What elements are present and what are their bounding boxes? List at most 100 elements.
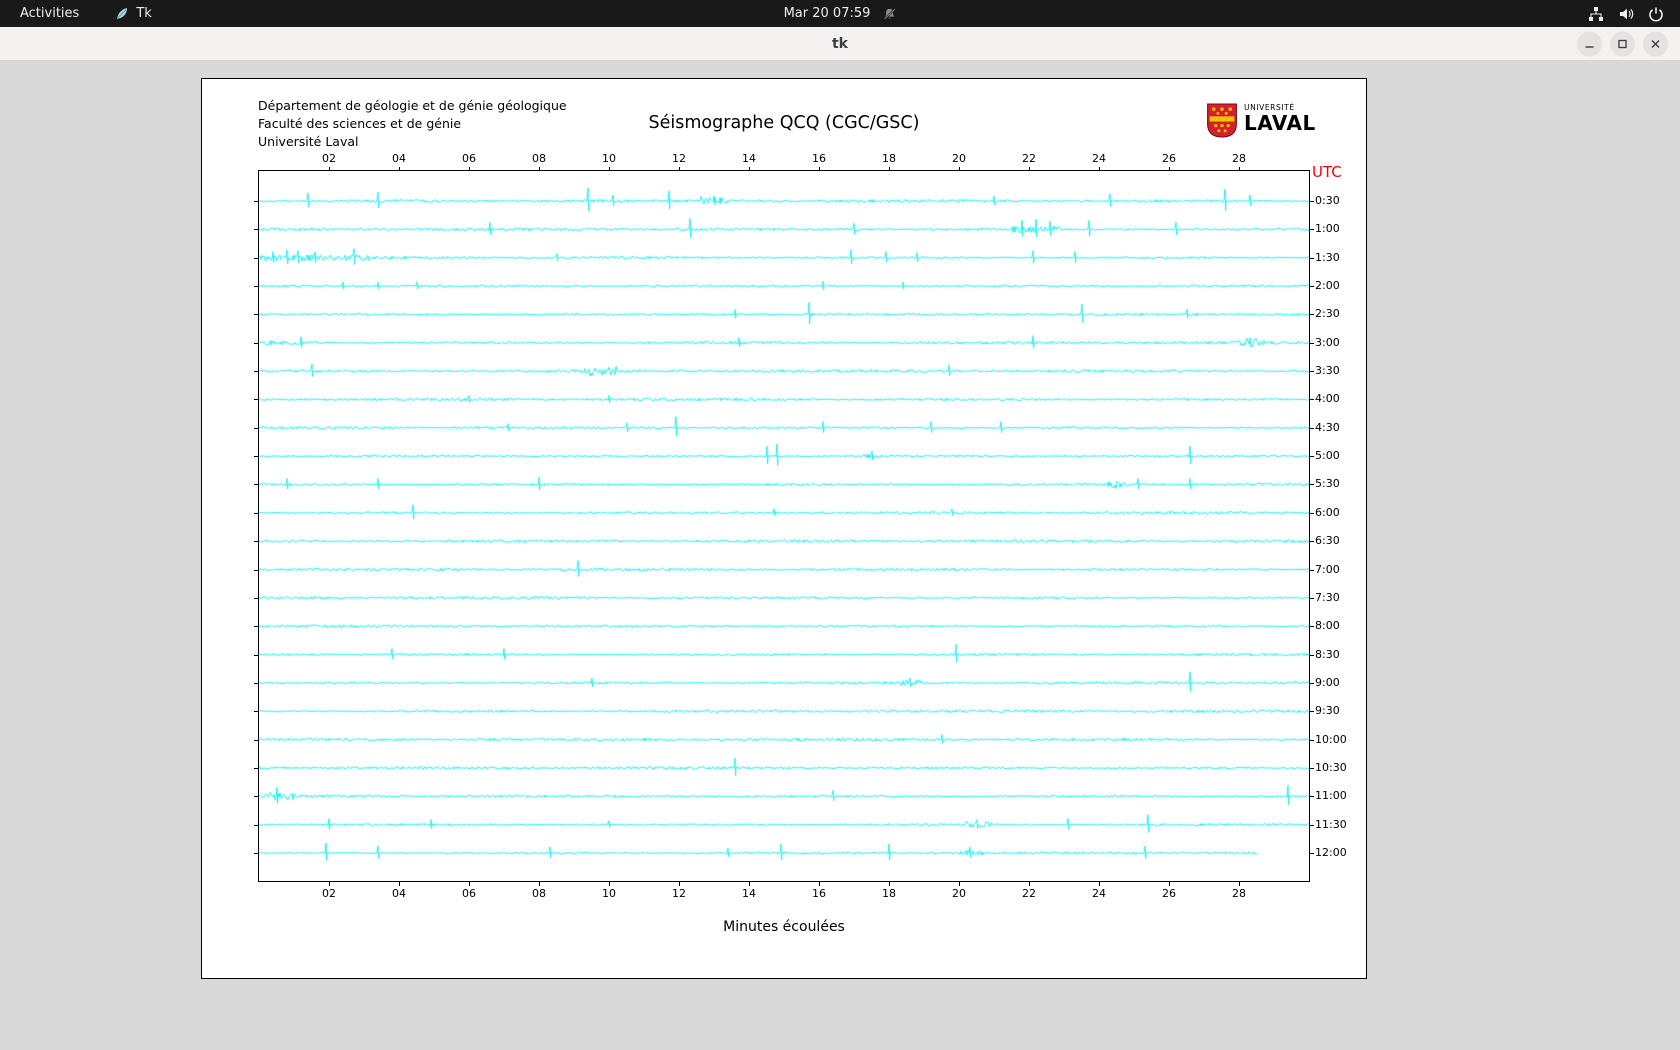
y-tick-right — [1309, 286, 1314, 287]
x-tick-top — [1099, 167, 1100, 171]
x-tick-bottom — [1169, 882, 1170, 886]
tk-app-icon — [115, 7, 129, 21]
y-tick-right — [1309, 626, 1314, 627]
x-tick-label-bottom: 08 — [526, 887, 552, 900]
laval-logo-line2: LAVAL — [1244, 111, 1316, 135]
x-tick-label-bottom: 28 — [1226, 887, 1252, 900]
utc-time-label: 10:30 — [1315, 762, 1347, 774]
utc-time-label: 9:00 — [1315, 677, 1340, 689]
y-tick-left — [254, 371, 259, 372]
y-tick-left — [254, 570, 259, 571]
utc-time-label: 1:30 — [1315, 252, 1340, 264]
y-tick-left — [254, 655, 259, 656]
y-tick-right — [1309, 201, 1314, 202]
system-status-area[interactable] — [1588, 6, 1680, 22]
x-tick-bottom — [469, 882, 470, 886]
y-tick-right — [1309, 683, 1314, 684]
y-tick-left — [254, 484, 259, 485]
utc-time-label: 7:00 — [1315, 564, 1340, 576]
x-tick-label-bottom: 26 — [1156, 887, 1182, 900]
x-tick-top — [539, 167, 540, 171]
x-tick-bottom — [399, 882, 400, 886]
y-tick-left — [254, 314, 259, 315]
utc-time-label: 4:30 — [1315, 422, 1340, 434]
x-tick-bottom — [679, 882, 680, 886]
x-tick-top — [1169, 167, 1170, 171]
x-tick-bottom — [609, 882, 610, 886]
app-indicator-label: Tk — [136, 6, 151, 21]
window-controls — [1577, 31, 1668, 56]
x-tick-label-top: 22 — [1016, 152, 1042, 165]
utc-label: UTC — [1312, 163, 1342, 181]
y-tick-right — [1309, 456, 1314, 457]
x-tick-label-top: 02 — [316, 152, 342, 165]
utc-time-label: 5:30 — [1315, 478, 1340, 490]
y-tick-right — [1309, 229, 1314, 230]
y-tick-left — [254, 825, 259, 826]
close-button[interactable] — [1643, 31, 1668, 56]
y-tick-left — [254, 201, 259, 202]
x-tick-label-bottom: 14 — [736, 887, 762, 900]
x-tick-top — [889, 167, 890, 171]
utc-time-label: 11:30 — [1315, 819, 1347, 831]
utc-time-label: 3:00 — [1315, 337, 1340, 349]
y-tick-left — [254, 598, 259, 599]
y-tick-left — [254, 768, 259, 769]
x-tick-label-top: 18 — [876, 152, 902, 165]
utc-time-label: 6:00 — [1315, 507, 1340, 519]
window-titlebar[interactable]: tk — [0, 27, 1680, 61]
x-tick-label-bottom: 16 — [806, 887, 832, 900]
utc-time-label: 9:30 — [1315, 705, 1340, 717]
y-tick-left — [254, 399, 259, 400]
x-tick-top — [329, 167, 330, 171]
maximize-button[interactable] — [1610, 31, 1635, 56]
x-tick-label-top: 26 — [1156, 152, 1182, 165]
utc-time-label: 2:30 — [1315, 308, 1340, 320]
header-line: Université Laval — [258, 133, 567, 151]
y-tick-left — [254, 626, 259, 627]
clock-menu[interactable]: Mar 20 07:59 — [784, 6, 897, 21]
volume-icon — [1618, 6, 1634, 22]
x-tick-label-top: 04 — [386, 152, 412, 165]
x-tick-top — [1239, 167, 1240, 171]
y-tick-left — [254, 740, 259, 741]
y-tick-right — [1309, 711, 1314, 712]
y-tick-right — [1309, 371, 1314, 372]
x-tick-bottom — [1099, 882, 1100, 886]
plot-title: Séismographe QCQ (CGC/GSC) — [202, 113, 1366, 133]
y-tick-left — [254, 343, 259, 344]
utc-time-label: 2:00 — [1315, 280, 1340, 292]
laval-shield-icon — [1206, 103, 1238, 142]
utc-time-label: 8:00 — [1315, 620, 1340, 632]
app-indicator[interactable]: Tk — [115, 6, 151, 21]
trace-canvas — [259, 171, 1309, 881]
x-tick-bottom — [329, 882, 330, 886]
y-tick-left — [254, 513, 259, 514]
y-tick-right — [1309, 853, 1314, 854]
y-tick-right — [1309, 825, 1314, 826]
x-axis-label: Minutes écoulées — [202, 919, 1366, 935]
x-tick-label-top: 24 — [1086, 152, 1112, 165]
x-tick-label-bottom: 10 — [596, 887, 622, 900]
minimize-button[interactable] — [1577, 31, 1602, 56]
y-tick-right — [1309, 343, 1314, 344]
x-tick-label-bottom: 18 — [876, 887, 902, 900]
x-tick-top — [749, 167, 750, 171]
activities-button[interactable]: Activities — [16, 6, 83, 21]
laval-logo-text: UNIVERSITÉ LAVAL — [1244, 103, 1316, 135]
y-tick-right — [1309, 428, 1314, 429]
window-title: tk — [832, 36, 848, 52]
utc-time-label: 6:30 — [1315, 535, 1340, 547]
x-tick-bottom — [749, 882, 750, 886]
y-tick-left — [254, 853, 259, 854]
y-tick-left — [254, 711, 259, 712]
network-icon — [1588, 6, 1604, 22]
utc-time-label: 7:30 — [1315, 592, 1340, 604]
seismograph-canvas: Département de géologie et de génie géol… — [201, 78, 1367, 979]
x-tick-top — [679, 167, 680, 171]
y-tick-left — [254, 258, 259, 259]
x-tick-top — [819, 167, 820, 171]
x-tick-label-bottom: 24 — [1086, 887, 1112, 900]
utc-time-label: 12:00 — [1315, 847, 1347, 859]
x-tick-label-top: 10 — [596, 152, 622, 165]
